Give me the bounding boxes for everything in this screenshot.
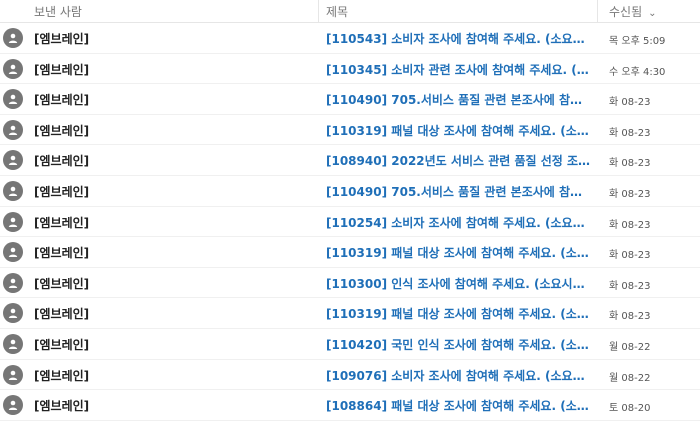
avatar[interactable] xyxy=(3,211,23,232)
person-icon xyxy=(8,400,18,411)
person-icon xyxy=(8,339,18,349)
person-icon xyxy=(8,278,18,288)
sender-name: [엠브레인] xyxy=(34,368,90,383)
person-icon xyxy=(8,186,18,196)
sender-name: [엠브레인] xyxy=(34,154,90,169)
message-row[interactable]: [엠브레인] [110319] 패널 대상 조사에 참여해 주세요. (소요시간)… xyxy=(0,115,700,146)
received-date: 화 08-23 xyxy=(609,188,651,200)
avatar[interactable] xyxy=(3,303,23,324)
person-icon xyxy=(8,33,18,43)
message-row[interactable]: [엠브레인] [110300] 인식 조사에 참여해 주세요. (소요시간 5분)… xyxy=(0,268,700,299)
person-icon xyxy=(8,217,18,227)
sender-name: [엠브레인] xyxy=(34,123,90,138)
message-row[interactable]: [엠브레인] [109076] 소비자 조사에 참여해 주세요. (소요시간 5분… xyxy=(0,360,700,391)
column-header-subject[interactable]: 제목 xyxy=(326,3,348,20)
subject-link[interactable]: [110420] 국민 인식 조사에 참여해 주세요. (소요시간) xyxy=(326,336,592,353)
column-header-sender[interactable]: 보낸 사람 xyxy=(34,3,82,20)
person-icon xyxy=(8,247,18,258)
sender-name: [엠브레인] xyxy=(34,215,90,230)
received-date: 화 08-23 xyxy=(609,219,651,231)
sender-name: [엠브레인] xyxy=(34,246,90,261)
subject-link[interactable]: [110543] 소비자 조사에 참여해 주세요. (소요시간 5분) xyxy=(326,30,592,47)
subject-link[interactable]: [110490] 705.서비스 품질 관련 본조사에 참여해 주세요. xyxy=(326,91,592,108)
subject-link[interactable]: [110490] 705.서비스 품질 관련 본조사에 참여해 주세요. xyxy=(326,183,592,200)
received-date: 화 08-23 xyxy=(609,311,651,323)
message-row[interactable]: [엠브레인] [110543] 소비자 조사에 참여해 주세요. (소요시간 5분… xyxy=(0,23,700,54)
received-date: 화 08-23 xyxy=(609,97,651,109)
avatar[interactable] xyxy=(3,28,23,48)
person-icon xyxy=(8,156,18,166)
message-row[interactable]: [엠브레인] [110319] 패널 대상 조사에 참여해 주세요. (소요시간)… xyxy=(0,298,700,329)
sender-name: [엠브레인] xyxy=(34,62,90,77)
message-row[interactable]: [엠브레인] [108940] 2022년도 서비스 관련 품질 선정 조사에 참… xyxy=(0,145,700,176)
received-date: 화 08-23 xyxy=(609,158,651,170)
sender-name: [엠브레인] xyxy=(34,93,90,108)
sender-name: [엠브레인] xyxy=(34,32,90,46)
sender-name: [엠브레인] xyxy=(34,399,90,414)
received-date: 수 오후 4:30 xyxy=(609,66,666,78)
message-row[interactable]: [엠브레인] [110420] 국민 인식 조사에 참여해 주세요. (소요시간)… xyxy=(0,329,700,360)
received-date: 화 08-23 xyxy=(609,280,651,292)
avatar[interactable] xyxy=(3,89,23,110)
subject-link[interactable]: [110319] 패널 대상 조사에 참여해 주세요. (소요시간) xyxy=(326,122,592,139)
received-date: 화 08-23 xyxy=(609,250,651,262)
person-icon xyxy=(8,64,18,74)
message-row[interactable]: [엠브레인] [110490] 705.서비스 품질 관련 본조사에 참여해 주세… xyxy=(0,176,700,207)
message-list: [엠브레인] [110543] 소비자 조사에 참여해 주세요. (소요시간 5분… xyxy=(0,23,700,421)
avatar[interactable] xyxy=(3,333,23,354)
subject-link[interactable]: [110300] 인식 조사에 참여해 주세요. (소요시간 5분) xyxy=(326,275,592,292)
received-date: 토 08-20 xyxy=(609,403,651,415)
message-row[interactable]: [엠브레인] [110319] 패널 대상 조사에 참여해 주세요. (소요시간)… xyxy=(0,237,700,268)
subject-link[interactable]: [110319] 패널 대상 조사에 참여해 주세요. (소요시간) xyxy=(326,244,592,261)
avatar[interactable] xyxy=(3,395,23,416)
column-header-received[interactable]: 수신됨 ⌄ xyxy=(609,3,657,20)
sender-name: [엠브레인] xyxy=(34,184,90,199)
avatar[interactable] xyxy=(3,272,23,293)
subject-link[interactable]: [110319] 패널 대상 조사에 참여해 주세요. (소요시간) xyxy=(326,305,592,322)
sender-name: [엠브레인] xyxy=(34,307,90,322)
column-divider[interactable] xyxy=(318,0,319,22)
avatar[interactable] xyxy=(3,364,23,385)
person-icon xyxy=(8,370,18,380)
message-row[interactable]: [엠브레인] [110254] 소비자 조사에 참여해 주세요. (소요시간 5분… xyxy=(0,207,700,238)
column-divider[interactable] xyxy=(597,0,598,22)
person-icon xyxy=(8,94,18,105)
received-date: 월 08-22 xyxy=(609,372,651,384)
subject-link[interactable]: [110345] 소비자 관련 조사에 참여해 주세요. (소요시간) xyxy=(326,61,592,78)
avatar[interactable] xyxy=(3,58,23,79)
received-date: 목 오후 5:09 xyxy=(609,36,666,47)
column-header-bar: 보낸 사람 제목 수신됨 ⌄ xyxy=(0,0,700,23)
chevron-down-icon[interactable]: ⌄ xyxy=(648,8,656,19)
received-date: 월 08-22 xyxy=(609,341,651,353)
avatar[interactable] xyxy=(3,242,23,263)
subject-link[interactable]: [109076] 소비자 조사에 참여해 주세요. (소요시간 5분) xyxy=(326,367,592,384)
person-icon xyxy=(8,309,18,319)
message-row[interactable]: [엠브레인] [110490] 705.서비스 품질 관련 본조사에 참여해 주세… xyxy=(0,84,700,115)
avatar[interactable] xyxy=(3,180,23,201)
sender-name: [엠브레인] xyxy=(34,337,90,352)
subject-link[interactable]: [108940] 2022년도 서비스 관련 품질 선정 조사에 참여해 주세요… xyxy=(326,152,592,169)
message-row[interactable]: [엠브레인] [110345] 소비자 관련 조사에 참여해 주세요. (소요시간… xyxy=(0,54,700,85)
received-date: 화 08-23 xyxy=(609,127,651,139)
subject-link[interactable]: [110254] 소비자 조사에 참여해 주세요. (소요시간 5분) xyxy=(326,214,592,231)
message-row[interactable]: [엠브레인] [108864] 패널 대상 조사에 참여해 주세요. (소요시간)… xyxy=(0,390,700,421)
column-header-received-label: 수신됨 xyxy=(609,5,643,19)
avatar[interactable] xyxy=(3,119,23,140)
avatar[interactable] xyxy=(3,150,23,171)
sender-name: [엠브레인] xyxy=(34,276,90,291)
subject-link[interactable]: [108864] 패널 대상 조사에 참여해 주세요. (소요시간) xyxy=(326,397,592,414)
person-icon xyxy=(8,125,18,135)
